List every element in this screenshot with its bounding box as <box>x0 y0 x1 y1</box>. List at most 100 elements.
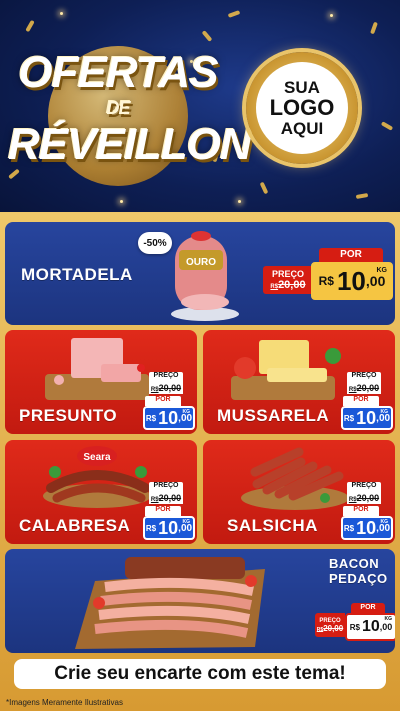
product-name: MORTADELA <box>21 265 133 284</box>
product-name-line2: PEDAÇO <box>329 570 388 586</box>
por-label: POR <box>343 396 379 406</box>
product-card-salsicha[interactable]: PREÇO R$20,00 POR R$ 10 ,00 KG SALSICHA <box>203 440 395 544</box>
product-name: MUSSARELA <box>217 406 330 425</box>
calabresa-brand: Seara <box>83 452 111 463</box>
unit: KG <box>380 519 389 525</box>
unit: KG <box>380 409 389 415</box>
new-price: R$ 10 ,00 KG <box>341 516 393 540</box>
new-price: R$ 10 ,00 KG <box>311 262 393 300</box>
old-currency: R$ <box>150 497 159 503</box>
unit: KG <box>182 409 191 415</box>
title-line-2: DE <box>106 98 130 118</box>
logo-text-3: AQUI <box>280 118 324 138</box>
old-currency: R$ <box>270 284 279 290</box>
currency: R$ <box>318 274 334 288</box>
product-name-line1: BACON <box>329 556 380 571</box>
header-banner: OFERTAS DE RÉVEILLON SUA LOGO AQUI <box>0 0 400 220</box>
logo-placeholder: SUA LOGO AQUI <box>246 52 358 164</box>
unit: KG <box>182 519 191 525</box>
preco-label: PREÇO <box>347 482 381 492</box>
logo-text-2: LOGO <box>269 95 335 121</box>
product-name: CALABRESA <box>19 516 131 535</box>
new-price: R$ 10 ,00 KG <box>143 516 195 540</box>
sparkle <box>330 14 333 17</box>
preco-label: PREÇO <box>271 269 304 279</box>
confetti <box>259 181 269 195</box>
presunto-image <box>45 338 149 400</box>
old-price-value: 20,00 <box>356 383 380 393</box>
old-price: R$20,00 <box>317 624 343 633</box>
old-currency: R$ <box>348 387 357 393</box>
currency: R$ <box>343 413 355 423</box>
unit: KG <box>376 267 388 274</box>
old-price: R$20,00 <box>347 492 381 504</box>
old-currency: R$ <box>150 387 159 393</box>
offers-title: OFERTAS DE RÉVEILLON <box>8 36 252 196</box>
new-price: R$ 10 ,00 KG <box>345 613 395 641</box>
sparkle <box>60 12 63 15</box>
bacon-image <box>75 557 265 649</box>
sparkle <box>238 200 241 203</box>
old-price-value: 20,00 <box>158 383 182 393</box>
por-label: POR <box>145 506 181 516</box>
confetti <box>227 10 241 18</box>
product-card-mortadela[interactable]: MORTADELA -50% OURO PREÇO R$20,00 POR R$… <box>5 222 395 325</box>
product-name: BACON PEDAÇO <box>329 556 388 587</box>
old-price: R$20,00 <box>347 382 381 394</box>
price-int: 10 <box>356 407 377 428</box>
product-name: PRESUNTO <box>19 406 118 425</box>
price-int: 10 <box>356 517 377 538</box>
old-price: R$20,00 <box>149 382 183 394</box>
currency: R$ <box>349 622 360 632</box>
cta-banner[interactable]: Crie seu encarte com este tema! <box>14 659 386 689</box>
calabresa-image: Seara <box>43 446 151 508</box>
preco-label: PREÇO <box>347 372 381 382</box>
product-card-calabresa[interactable]: Seara PREÇO R$20,00 POR R$ 10 ,00 KG CAL… <box>5 440 197 544</box>
old-price-value: 20,00 <box>356 493 380 503</box>
logo-inner: SUA LOGO AQUI <box>256 62 348 154</box>
confetti <box>25 19 35 33</box>
price-dec: ,00 <box>365 273 386 289</box>
old-price-tag: PREÇO R$20,00 <box>263 266 313 294</box>
confetti <box>355 192 369 200</box>
confetti <box>380 121 394 131</box>
price-int: 10 <box>158 517 179 538</box>
preco-label: PREÇO <box>149 372 183 382</box>
preco-label: PREÇO <box>149 482 183 492</box>
price-int: 10 <box>158 407 179 428</box>
por-label: POR <box>343 506 379 516</box>
old-price-tag: PREÇO R$20,00 <box>315 613 345 637</box>
new-price: R$ 10 ,00 KG <box>341 406 393 430</box>
disclaimer: *Imagens Meramente Ilustrativas <box>6 698 123 707</box>
confetti <box>370 21 378 35</box>
por-label: POR <box>319 248 383 262</box>
old-price-value: 20,00 <box>278 279 306 291</box>
old-price: R$20,00 <box>149 492 183 504</box>
currency: R$ <box>145 523 157 533</box>
old-price-value: 20,00 <box>158 493 182 503</box>
old-price-value: 20,00 <box>323 623 344 633</box>
por-label: POR <box>145 396 181 406</box>
currency: R$ <box>343 523 355 533</box>
product-name: SALSICHA <box>227 516 318 535</box>
currency: R$ <box>145 413 157 423</box>
mussarela-image <box>231 340 341 400</box>
price-int: 10 <box>361 618 380 635</box>
sparkle <box>120 200 123 203</box>
product-card-mussarela[interactable]: PREÇO R$20,00 POR R$ 10 ,00 KG MUSSARELA <box>203 330 395 434</box>
title-line-1: OFERTAS <box>18 48 218 97</box>
new-price: R$ 10 ,00 KG <box>143 406 195 430</box>
old-price: R$20,00 <box>270 279 305 291</box>
price-int: 10 <box>336 265 366 296</box>
salsicha-image <box>241 447 349 510</box>
product-card-bacon[interactable]: BACON PEDAÇO PREÇO R$20,00 POR R$ 10 ,00… <box>5 549 395 653</box>
unit: KG <box>384 616 393 622</box>
title-line-3: RÉVEILLON <box>8 120 252 169</box>
product-card-presunto[interactable]: PREÇO R$20,00 POR R$ 10 ,00 KG PRESUNTO <box>5 330 197 434</box>
logo-text-1: SUA <box>284 77 320 97</box>
price-dec: ,00 <box>379 622 393 632</box>
mortadela-brand: OURO <box>186 257 216 268</box>
old-currency: R$ <box>348 497 357 503</box>
mortadela-image: OURO <box>171 231 239 321</box>
por-label: POR <box>351 603 385 613</box>
